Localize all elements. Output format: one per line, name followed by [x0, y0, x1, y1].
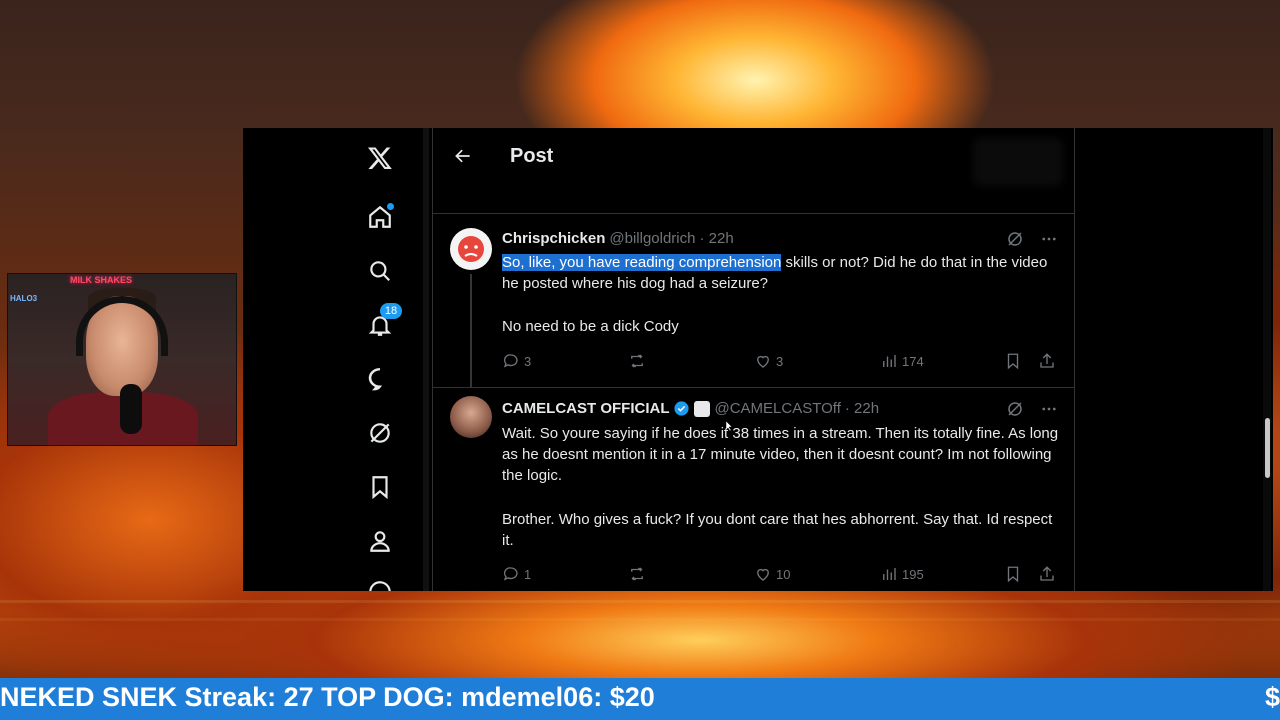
reply-count: 1	[524, 566, 532, 582]
browser-window: 18 Post Chrispchicken @billgoldrich · 22…	[243, 128, 1273, 591]
handle[interactable]: @billgoldrich	[609, 230, 695, 247]
grok-icon[interactable]	[366, 419, 394, 447]
display-name[interactable]: Chrispchicken	[502, 230, 605, 247]
reply-button[interactable]: 3	[502, 352, 531, 370]
tweet-actions: 3 3 174	[502, 352, 1058, 372]
reply-icon	[503, 567, 518, 581]
tweet[interactable]: CAMELCAST OFFICIAL @CAMELCASTOff · 22h W…	[433, 388, 1074, 591]
scrollbar-thumb[interactable]	[1265, 418, 1270, 478]
share-icon	[1040, 566, 1054, 581]
main-column: Post Chrispchicken @billgoldrich · 22h S…	[433, 128, 1074, 591]
tweet-top-icons	[1006, 230, 1058, 253]
repost-button[interactable]	[628, 565, 650, 583]
bookmarks-icon[interactable]	[366, 473, 394, 501]
neon-sign: MILK SHAKES	[70, 275, 133, 285]
page-title: Post	[510, 145, 554, 167]
tweet-header: Chrispchicken @billgoldrich · 22h	[502, 230, 734, 247]
like-count: 10	[776, 566, 791, 582]
like-button[interactable]: 3	[754, 352, 783, 370]
handle[interactable]: @CAMELCASTOff	[714, 400, 840, 417]
reply-button[interactable]: 1	[502, 565, 531, 583]
tweet-header: CAMELCAST OFFICIAL @CAMELCASTOff · 22h	[502, 400, 879, 417]
tweet-text: So, like, you have reading comprehension…	[502, 252, 1062, 294]
notifications-icon[interactable]: 18	[366, 303, 402, 339]
background-streak	[0, 600, 1280, 603]
halo-poster: HALO3	[10, 294, 38, 303]
views-icon	[883, 568, 896, 580]
page-scrollbar[interactable]	[1263, 128, 1271, 591]
views-icon	[883, 355, 896, 367]
unread-dot	[387, 203, 394, 210]
tweet-text-paragraph: No need to be a dick Cody	[502, 318, 679, 335]
webcam-overlay: MILK SHAKES HALO3	[7, 273, 237, 446]
verified-badge-icon	[674, 401, 690, 416]
notifications-badge: 18	[380, 303, 402, 319]
timestamp[interactable]: · 22h	[699, 230, 733, 247]
home-icon[interactable]	[366, 203, 394, 231]
header-blurred-area	[973, 138, 1063, 186]
background-streak	[0, 618, 1280, 621]
more-options-icon[interactable]	[1040, 400, 1058, 423]
tweet-text: Wait. So youre saying if he does it 38 t…	[502, 425, 1059, 484]
post-header: Post	[433, 128, 1074, 214]
sidebar-scrollbar[interactable]	[423, 128, 429, 591]
more-icon[interactable]	[366, 578, 394, 591]
tweet-text-paragraph: Brother. Who gives a fuck? If you dont c…	[502, 511, 1053, 549]
right-panel	[1075, 128, 1273, 591]
sidebar: 18	[243, 128, 433, 591]
back-arrow-icon[interactable]	[453, 146, 473, 166]
tweet-top-icons	[1006, 400, 1058, 423]
share-button[interactable]	[1038, 565, 1056, 583]
messages-icon[interactable]	[366, 365, 394, 393]
display-name[interactable]: CAMELCAST OFFICIAL	[502, 400, 669, 417]
affiliate-badge-icon[interactable]	[694, 400, 711, 417]
selected-text: So, like, you have reading comprehension	[502, 254, 782, 271]
heart-icon	[757, 355, 769, 368]
tweet-actions: 1 10 195	[502, 565, 1058, 585]
bookmark-button[interactable]	[1004, 352, 1022, 370]
repost-icon	[631, 567, 643, 581]
like-count: 3	[776, 353, 784, 369]
views-button[interactable]: 195	[880, 565, 924, 583]
ticker-text: NEKED SNEK Streak: 27 TOP DOG: mdemel06:…	[0, 682, 655, 712]
repost-icon	[631, 354, 643, 368]
like-button[interactable]: 10	[754, 565, 790, 583]
ticker-next-text: $	[1264, 682, 1280, 712]
views-button[interactable]: 174	[880, 352, 924, 370]
view-count: 195	[902, 566, 924, 582]
grok-icon[interactable]	[1006, 400, 1024, 423]
stream-ticker: NEKED SNEK Streak: 27 TOP DOG: mdemel06:…	[0, 678, 1280, 720]
tweet[interactable]: Chrispchicken @billgoldrich · 22h So, li…	[433, 214, 1074, 432]
repost-button[interactable]	[628, 352, 650, 370]
bookmark-button[interactable]	[1004, 565, 1022, 583]
timestamp[interactable]: · 22h	[845, 400, 879, 417]
heart-icon	[757, 568, 769, 581]
avatar[interactable]	[450, 228, 492, 270]
bookmark-icon	[1007, 566, 1019, 583]
share-icon	[1040, 353, 1054, 368]
avatar[interactable]	[450, 396, 492, 438]
thread-line	[470, 274, 472, 388]
share-button[interactable]	[1038, 352, 1056, 370]
grok-icon[interactable]	[1006, 230, 1024, 253]
search-icon[interactable]	[366, 257, 394, 285]
x-logo-icon[interactable]	[366, 144, 394, 172]
reply-count: 3	[524, 353, 532, 369]
microphone	[120, 384, 142, 434]
view-count: 174	[902, 353, 924, 369]
reply-icon	[503, 354, 518, 368]
bookmark-icon	[1007, 353, 1019, 370]
more-options-icon[interactable]	[1040, 230, 1058, 253]
profile-icon[interactable]	[366, 527, 394, 555]
